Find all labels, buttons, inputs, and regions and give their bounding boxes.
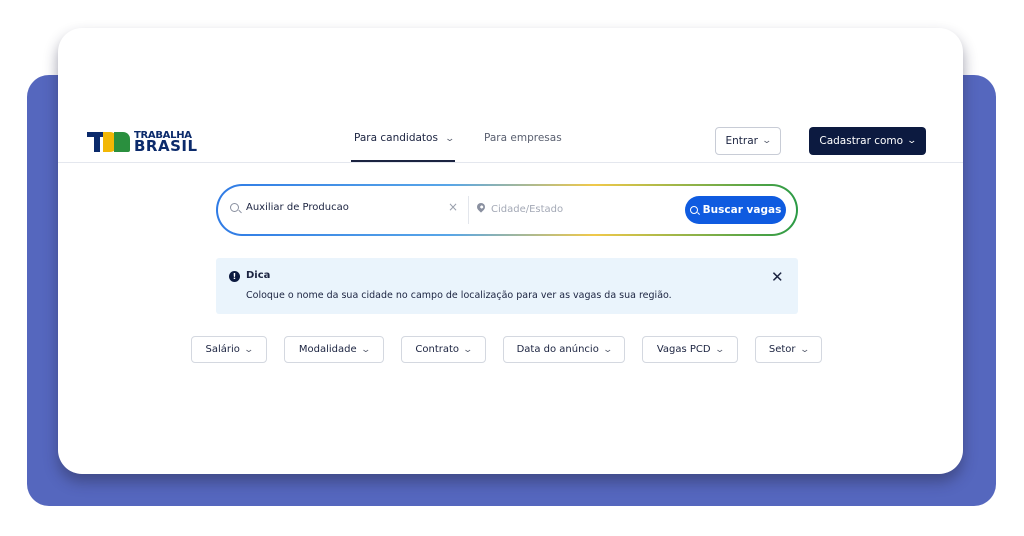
nav-tab-candidates-label: Para candidatos [354, 132, 438, 144]
login-button-label: Entrar [725, 135, 758, 147]
filter-label: Contrato [415, 344, 460, 355]
location-pin-icon [475, 201, 487, 213]
chevron-down-icon: ⌄ [714, 344, 725, 355]
chevron-down-icon: ⌄ [462, 344, 474, 355]
filter-contract[interactable]: Contrato ⌄ [401, 336, 486, 363]
filter-label: Vagas PCD [656, 344, 711, 355]
app-window: TRABALHA BRASIL Para candidatos ⌄ Para e… [58, 28, 963, 474]
filter-modality[interactable]: Modalidade ⌄ [284, 336, 384, 363]
tip-title: Dica [246, 270, 271, 281]
filter-label: Salário [205, 344, 240, 355]
tip-message: Coloque o nome da sua cidade no campo de… [246, 290, 672, 301]
active-tab-underline [351, 160, 455, 162]
filter-label: Setor [768, 344, 796, 355]
alert-info-icon: ! [229, 271, 240, 282]
logo-wordmark: TRABALHA BRASIL [134, 130, 198, 155]
logo-mark-icon [87, 128, 132, 154]
site-logo[interactable]: TRABALHA BRASIL [87, 128, 198, 154]
filter-sector[interactable]: Setor ⌄ [755, 336, 822, 363]
nav-tab-companies-label: Para empresas [484, 132, 562, 144]
close-icon[interactable]: ✕ [771, 268, 784, 286]
search-jobs-button[interactable]: Buscar vagas [685, 196, 786, 224]
filter-label: Data do anúncio [516, 344, 599, 355]
filter-label: Modalidade [298, 344, 357, 355]
filter-pcd-jobs[interactable]: Vagas PCD ⌄ [642, 336, 738, 363]
site-header: TRABALHA BRASIL Para candidatos ⌄ Para e… [58, 28, 963, 163]
search-divider [468, 196, 469, 224]
nav-tab-candidates[interactable]: Para candidatos ⌄ [354, 132, 456, 144]
job-search-input[interactable]: Auxiliar de Producao [246, 202, 349, 213]
signup-button[interactable]: Cadastrar como ⌄ [809, 127, 926, 155]
login-button[interactable]: Entrar ⌄ [715, 127, 781, 155]
chevron-down-icon: ⌄ [906, 136, 918, 146]
chevron-down-icon: ⌄ [243, 344, 254, 355]
chevron-down-icon: ⌄ [602, 344, 613, 355]
chevron-down-icon: ⌄ [761, 136, 773, 146]
chevron-down-icon: ⌄ [444, 134, 456, 144]
chevron-down-icon: ⌄ [799, 344, 810, 355]
chevron-down-icon: ⌄ [360, 344, 371, 355]
tip-banner: ! Dica Coloque o nome da sua cidade no c… [216, 258, 798, 314]
signup-button-label: Cadastrar como [819, 135, 904, 147]
nav-tab-companies[interactable]: Para empresas [484, 132, 562, 144]
filter-salary[interactable]: Salário ⌄ [191, 336, 267, 363]
search-icon [230, 203, 239, 212]
clear-search-icon[interactable]: × [448, 200, 458, 214]
search-bar: Auxiliar de Producao × Buscar vagas [216, 184, 798, 236]
search-bar-inner: Auxiliar de Producao × Buscar vagas [218, 186, 796, 234]
search-icon [689, 206, 698, 214]
filter-post-date[interactable]: Data do anúncio ⌄ [503, 336, 625, 363]
search-jobs-button-label: Buscar vagas [702, 204, 782, 216]
location-input[interactable] [491, 199, 671, 219]
